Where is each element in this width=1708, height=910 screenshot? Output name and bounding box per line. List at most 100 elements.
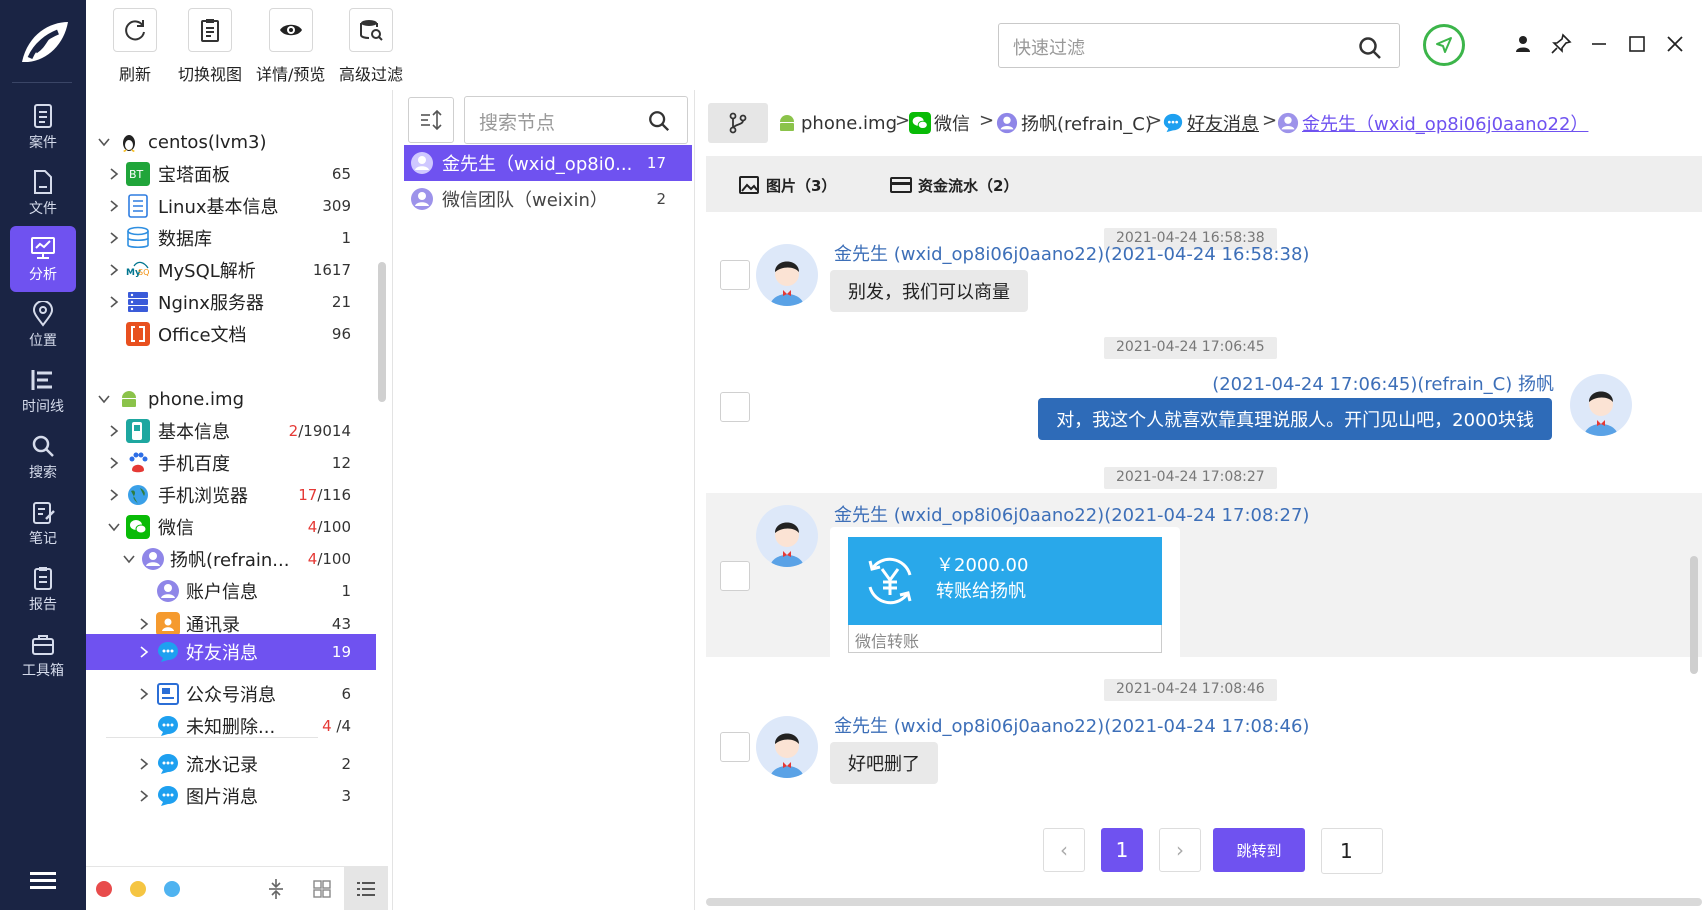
tree-node-count: 1 [341, 229, 351, 247]
linux-penguin-icon [123, 135, 135, 152]
rail-item-timeline[interactable]: 时间线 [10, 358, 76, 424]
panel-divider[interactable] [694, 90, 695, 910]
chat-scrollbar[interactable] [1690, 556, 1698, 674]
chevron-right-icon[interactable] [107, 199, 121, 213]
user-icon[interactable] [1509, 30, 1537, 58]
chevron-right-icon[interactable] [137, 789, 151, 803]
tree-node-friend-messages[interactable]: 好友消息 19 [86, 634, 376, 670]
breadcrumb-wechat[interactable]: 微信 [909, 110, 970, 136]
close-icon[interactable] [1661, 30, 1689, 58]
breadcrumb-phone-img[interactable]: phone.img [776, 110, 897, 136]
chevron-right-icon[interactable] [107, 231, 121, 245]
status-dot-blue[interactable] [164, 881, 180, 897]
chevron-right-icon[interactable] [107, 263, 121, 277]
chevron-down-icon[interactable] [122, 552, 136, 566]
chevron-right-icon[interactable] [107, 295, 121, 309]
collapse-all-icon[interactable] [266, 877, 286, 901]
contact-item[interactable]: 金先生（wxid_op8i0... 17 [404, 145, 692, 181]
chevron-right-icon[interactable] [137, 645, 151, 659]
pin-icon[interactable] [1547, 30, 1575, 58]
rail-item-search[interactable]: 搜索 [10, 424, 76, 490]
next-page-button[interactable]: › [1159, 828, 1201, 872]
advanced-filter-button[interactable]: 高级过滤 [339, 8, 403, 85]
chevron-right-icon[interactable] [137, 687, 151, 701]
tree-node-official-accounts[interactable]: 公众号消息 6 [86, 678, 351, 710]
rail-item-file[interactable]: 文件 [10, 160, 76, 226]
tree-node-mobile-browser[interactable]: 手机浏览器 17/116 [86, 479, 351, 511]
database-icon [127, 226, 149, 249]
tree-node-basic-info[interactable]: 基本信息 2/19014 [86, 415, 351, 447]
chevron-right-icon[interactable] [137, 757, 151, 771]
status-dot-yellow[interactable] [130, 881, 146, 897]
message-checkbox[interactable] [720, 392, 750, 422]
rail-item-label: 位置 [29, 332, 57, 349]
highlighted-message-row[interactable]: 金先生 (wxid_op8i06j0aano22)(2021-04-24 17:… [706, 493, 1702, 665]
node-search-placeholder: 搜索节点 [479, 112, 556, 134]
sort-button[interactable] [408, 97, 454, 143]
prev-page-button[interactable]: ‹ [1043, 828, 1085, 872]
tree-node-bt-panel[interactable]: BT 宝塔面板 65 [86, 158, 351, 190]
refresh-label: 刷新 [118, 65, 151, 84]
tree-node-mysql[interactable]: MySQL MySQL解析 1617 [86, 254, 351, 286]
rail-item-case[interactable]: 案件 [10, 94, 76, 160]
tab-images[interactable]: 图片（3） [738, 174, 836, 196]
rail-item-note[interactable]: 笔记 [10, 490, 76, 556]
contact-item[interactable]: 微信团队（weixin） 2 [404, 181, 692, 217]
horizontal-scrollbar[interactable] [706, 898, 1702, 906]
minimize-icon[interactable] [1585, 30, 1613, 58]
breadcrumb-yangfan[interactable]: 扬帆(refrain_C) [996, 110, 1152, 136]
rail-item-analysis[interactable]: 分析 [10, 226, 76, 292]
list-view-toggle[interactable] [344, 867, 388, 910]
grid-view-icon[interactable] [312, 879, 332, 899]
tree-node-centos[interactable]: centos(lvm3) [86, 126, 376, 158]
location-icon [32, 300, 54, 327]
tree-node-label: 账户信息 [186, 582, 258, 603]
message-checkbox[interactable] [720, 732, 750, 762]
chevron-down-icon[interactable] [97, 135, 111, 149]
send-status-button[interactable] [1423, 24, 1465, 66]
chevron-right-icon[interactable] [107, 488, 121, 502]
tree-node-office[interactable]: Office文档 96 [86, 318, 351, 350]
maximize-icon[interactable] [1623, 30, 1651, 58]
chevron-right-icon[interactable] [137, 617, 151, 631]
chevron-right-icon[interactable] [107, 424, 121, 438]
hamburger-menu-icon[interactable] [30, 870, 56, 890]
tree-node-label: 宝塔面板 [158, 165, 230, 186]
rail-item-report[interactable]: 报告 [10, 556, 76, 622]
chevron-down-icon[interactable] [107, 520, 121, 534]
chevron-right-icon[interactable] [107, 456, 121, 470]
tree-node-account-info[interactable]: 账户信息 1 [86, 575, 351, 607]
tree-node-flow-records[interactable]: 流水记录 2 [86, 748, 351, 780]
message-checkbox[interactable] [720, 561, 750, 591]
tab-funds[interactable]: 资金流水（2） [890, 174, 1018, 196]
chevron-right-icon[interactable] [107, 167, 121, 181]
tree-node-phone-img[interactable]: phone.img [86, 383, 376, 415]
node-search-input[interactable]: 搜索节点 [464, 96, 688, 144]
panel-divider[interactable] [392, 90, 393, 910]
transfer-card[interactable]: ￥2000.00 转账给扬帆 微信转账 [830, 527, 1180, 665]
tree-node-linux-info[interactable]: Linux基本信息 309 [86, 190, 351, 222]
tree-node-baidu[interactable]: 手机百度 12 [86, 447, 351, 479]
tree-node-image-messages[interactable]: 图片消息 3 [86, 780, 351, 812]
rail-item-location[interactable]: 位置 [10, 292, 76, 358]
page-number-input[interactable]: 1 [1321, 828, 1383, 874]
breadcrumb-contact[interactable]: 金先生（wxid_op8i06j0aano22） [1277, 110, 1588, 136]
quick-filter-input[interactable]: 快速过滤 [998, 23, 1400, 68]
switch-view-button[interactable]: 切换视图 [178, 8, 242, 85]
rail-item-toolbox[interactable]: 工具箱 [10, 622, 76, 688]
refresh-button[interactable]: 刷新 [113, 8, 157, 85]
chevron-down-icon[interactable] [97, 392, 111, 406]
breadcrumb-friend-messages[interactable]: 好友消息 [1162, 110, 1259, 136]
tree-scrollbar[interactable] [378, 262, 386, 402]
tree-node-wechat[interactable]: 微信 4/100 [86, 511, 351, 543]
jump-to-button[interactable]: 跳转到 [1213, 828, 1305, 872]
message-checkbox[interactable] [720, 260, 750, 290]
branch-button[interactable] [708, 103, 768, 143]
tree-node-database[interactable]: 数据库 1 [86, 222, 351, 254]
status-dot-red[interactable] [96, 881, 112, 897]
detail-preview-button[interactable]: 详情/预览 [256, 8, 325, 85]
tree-node-nginx[interactable]: Nginx服务器 21 [86, 286, 351, 318]
tree-node-yangfan[interactable]: 扬帆(refrain... 4/100 [86, 543, 351, 575]
mysql-icon: MySQL [126, 261, 150, 278]
current-page-button[interactable]: 1 [1101, 828, 1143, 872]
